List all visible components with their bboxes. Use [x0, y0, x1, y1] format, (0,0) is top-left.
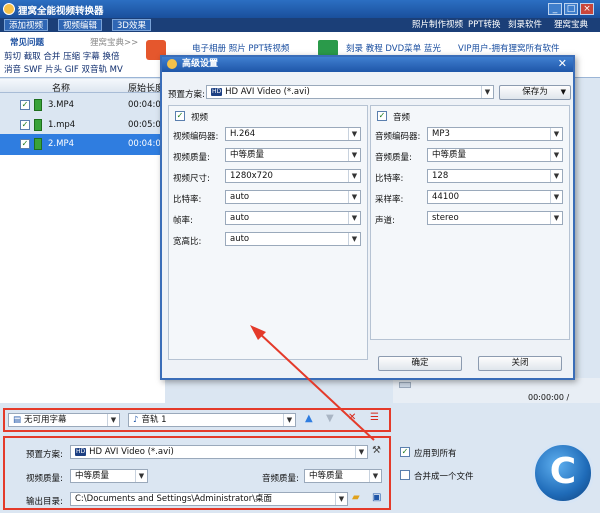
annotation-arrow: [250, 325, 375, 441]
